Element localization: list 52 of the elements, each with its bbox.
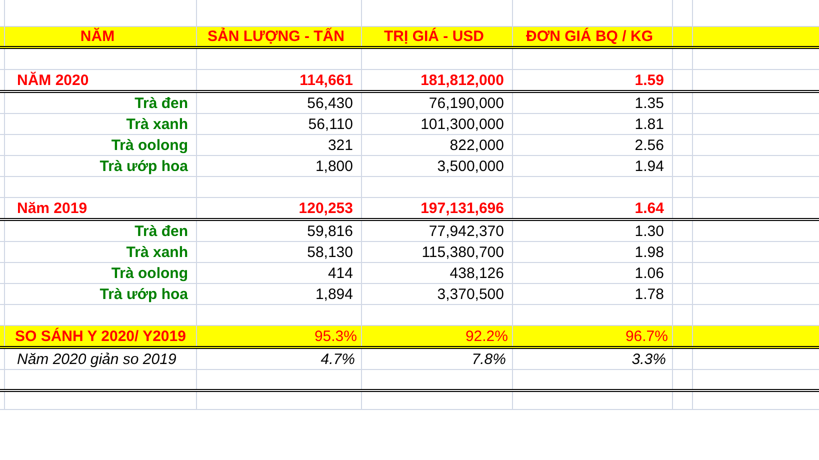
table-cell: 95.3% [197,326,362,346]
column-header: ĐƠN GIÁ BQ / KG [513,27,673,46]
table-cell: 321 [197,135,362,155]
table-cell: 120,253 [197,198,362,218]
table-cell: 3.3% [513,349,673,369]
table-cell: 92.2% [362,326,513,346]
table-cell: 56,110 [197,114,362,134]
table-cell: 77,942,370 [362,221,513,241]
table-cell: 181,812,000 [362,70,513,90]
table-cell: 4.7% [197,349,362,369]
row-label: SO SÁNH Y 2020/ Y2019 [5,326,197,346]
row-label: Năm 2019 [5,198,197,218]
table-cell: 101,300,000 [362,114,513,134]
table-cell: 197,131,696 [362,198,513,218]
table-cell: 1.59 [513,70,673,90]
table-cell: 2.56 [513,135,673,155]
row-label: Trà đen [5,221,197,241]
table-cell: 438,126 [362,263,513,283]
table-cell: 1.64 [513,198,673,218]
table-cell: 3,370,500 [362,284,513,304]
column-header: SẢN LƯỢNG - TẤN [197,27,362,46]
table-cell: 1.06 [513,263,673,283]
table-cell: 1.81 [513,114,673,134]
table-cell: 1.94 [513,156,673,176]
table-cell: 59,816 [197,221,362,241]
table-cell: 115,380,700 [362,242,513,262]
table-cell: 76,190,000 [362,93,513,113]
row-label: Trà ướp hoa [5,284,197,304]
table-cell: 1.35 [513,93,673,113]
table-cell: 96.7% [513,326,673,346]
row-label: Trà xanh [5,114,197,134]
table-cell: 1.78 [513,284,673,304]
table-cell: 114,661 [197,70,362,90]
table-cell: 822,000 [362,135,513,155]
table-cell: 58,130 [197,242,362,262]
row-label: Trà oolong [5,263,197,283]
row-label: Trà đen [5,93,197,113]
table-cell: 414 [197,263,362,283]
table-cell: 1.30 [513,221,673,241]
table-cell: 7.8% [362,349,513,369]
row-label: Trà ướp hoa [5,156,197,176]
table-cell: 1,894 [197,284,362,304]
row-label: Trà oolong [5,135,197,155]
column-header: TRỊ GIÁ - USD [362,27,513,46]
row-label: Năm 2020 giản so 2019 [5,349,197,369]
row-label: NĂM 2020 [5,70,197,90]
table-cell: 1.98 [513,242,673,262]
table-cell: 1,800 [197,156,362,176]
column-header: NĂM [5,27,197,46]
table-cell: 56,430 [197,93,362,113]
row-label: Trà xanh [5,242,197,262]
table-cell: 3,500,000 [362,156,513,176]
